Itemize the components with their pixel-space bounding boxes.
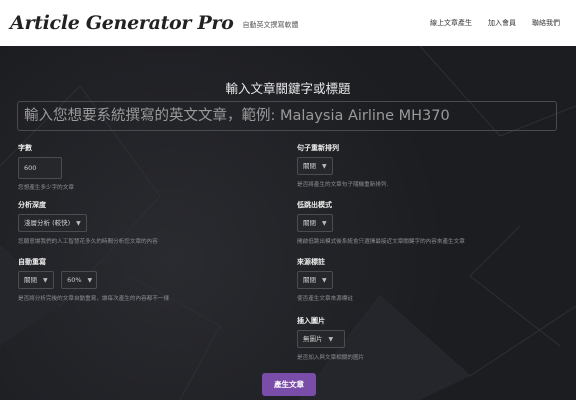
nav-links: 線上文章產生 加入會員 聯絡我們 <box>414 0 560 46</box>
auto-rewrite-field: 自動重寫 關閉 ▼ 60% ▼ 是否將分析完後的文章自動重寫，讓每次產生的內容都不一… <box>18 257 169 302</box>
generator-panel: 輸入文章關鍵字或標題 輸入您想要系統撰寫的英文文章，範例: Malaysia A… <box>0 46 576 400</box>
form-heading: 輸入文章關鍵字或標題 <box>225 81 351 96</box>
rewrite-percent-value: 60% <box>67 276 82 284</box>
chevron-down-icon: ▼ <box>322 277 327 284</box>
insert-image-select[interactable]: 無圖片 ▼ <box>297 330 345 348</box>
rewrite-percent-select[interactable]: 60% ▼ <box>61 271 98 289</box>
auto-rewrite-help: 是否將分析完後的文章自動重寫，讓每次產生的內容都不一樣 <box>18 296 170 302</box>
insert-image-field: 插入圖片 無圖片 ▼ 是否加入與文章相關的圖片 <box>297 316 364 361</box>
brand-logo[interactable]: Article Generator Pro <box>10 12 234 34</box>
source-tag-help: 使否產生文章來源標註 <box>297 296 353 302</box>
sentence-shuffle-select[interactable]: 關閉 ▼ <box>297 157 333 175</box>
nav-link-contact[interactable]: 聯絡我們 <box>532 18 560 28</box>
nav-link-online-generator[interactable]: 線上文章產生 <box>430 18 472 28</box>
sentence-shuffle-value: 關閉 <box>303 162 316 170</box>
auto-rewrite-value: 關閉 <box>24 276 37 284</box>
chevron-down-icon: ▼ <box>76 220 81 227</box>
low-bounce-select[interactable]: 關閉 ▼ <box>297 214 333 232</box>
word-count-field: 字數 600 您想產生多少字的文章 <box>18 143 74 191</box>
chevron-down-icon: ▼ <box>322 220 327 227</box>
insert-image-value: 無圖片 <box>303 335 323 343</box>
analysis-depth-field: 分析深度 淺層分析 (較快) ▼ 您願意讓我們的人工智慧花多久的時間分析您文章的內… <box>18 200 158 245</box>
sentence-shuffle-label: 句子重新排列 <box>297 144 339 152</box>
low-bounce-field: 低跳出模式 關閉 ▼ 開啟低跳出模式後系統會只選擇最接近文章關鍵字的內容來產生文章 <box>297 200 465 245</box>
chevron-down-icon: ▼ <box>328 336 334 343</box>
keyword-input[interactable]: 輸入您想要系統撰寫的英文文章，範例: Malaysia Airline MH37… <box>17 101 557 131</box>
navbar: Article Generator Pro 自動英文撰寫軟體 線上文章產生 加入… <box>0 0 576 46</box>
low-bounce-value: 關閉 <box>303 219 316 227</box>
insert-image-help: 是否加入與文章相關的圖片 <box>297 355 365 361</box>
sentence-shuffle-help: 是否將產生的文章句子隨機重新排列. <box>297 182 389 188</box>
chevron-down-icon: ▼ <box>322 163 327 170</box>
chevron-down-icon: ▼ <box>43 277 48 284</box>
auto-rewrite-select[interactable]: 關閉 ▼ <box>18 271 54 289</box>
source-tag-select[interactable]: 關閉 ▼ <box>297 271 333 289</box>
insert-image-label: 插入圖片 <box>297 317 325 325</box>
auto-rewrite-label: 自動重寫 <box>18 258 46 266</box>
sentence-shuffle-field: 句子重新排列 關閉 ▼ 是否將產生的文章句子隨機重新排列. <box>297 143 388 188</box>
source-tag-label: 來源標註 <box>297 258 325 266</box>
source-tag-value: 關閉 <box>303 276 316 284</box>
word-count-label: 字數 <box>18 144 32 152</box>
analysis-depth-value: 淺層分析 (較快) <box>24 219 71 227</box>
chevron-down-icon: ▼ <box>87 277 93 284</box>
source-tag-field: 來源標註 關閉 ▼ 使否產生文章來源標註 <box>297 257 353 302</box>
low-bounce-help: 開啟低跳出模式後系統會只選擇最接近文章關鍵字的內容來產生文章 <box>297 239 465 245</box>
analysis-depth-label: 分析深度 <box>18 201 46 209</box>
analysis-depth-help: 您願意讓我們的人工智慧花多久的時間分析您文章的內容 <box>18 239 158 245</box>
low-bounce-label: 低跳出模式 <box>297 201 332 209</box>
word-count-help: 您想產生多少字的文章 <box>18 185 74 191</box>
brand-tagline: 自動英文撰寫軟體 <box>242 21 299 29</box>
word-count-input[interactable]: 600 <box>18 157 62 179</box>
analysis-depth-select[interactable]: 淺層分析 (較快) ▼ <box>18 214 87 232</box>
nav-link-join-member[interactable]: 加入會員 <box>488 18 516 28</box>
generate-article-button[interactable]: 產生文章 <box>262 373 316 396</box>
